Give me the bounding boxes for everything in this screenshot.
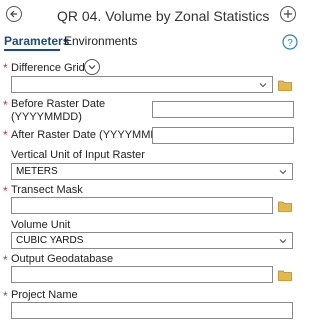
- required-marker: *: [3, 61, 8, 75]
- folder-browse-icon[interactable]: [278, 269, 292, 281]
- plus-icon: [284, 10, 292, 18]
- difference-grid-expand-button[interactable]: [84, 59, 100, 75]
- vertical-unit-label: Vertical Unit of Input Raster: [11, 149, 145, 161]
- tool-title: QR 04. Volume by Zonal Statistics: [57, 8, 270, 24]
- volume-unit-select[interactable]: CUBIC YARDS: [11, 232, 293, 249]
- output-gdb-input[interactable]: [11, 266, 273, 283]
- difference-grid-input[interactable]: [11, 76, 273, 93]
- project-name-label: Project Name: [11, 289, 78, 301]
- dropdown-arrow-icon[interactable]: [258, 80, 268, 90]
- after-date-label: After Raster Date (YYYYMMDD): [11, 129, 170, 141]
- dropdown-arrow-icon: [279, 238, 287, 243]
- required-marker: *: [3, 128, 8, 142]
- folder-browse-icon[interactable]: [278, 79, 292, 91]
- required-marker: *: [3, 98, 8, 112]
- tab-parameters[interactable]: Parameters: [4, 34, 69, 48]
- dropdown-arrow-icon: [279, 169, 287, 174]
- back-button[interactable]: [6, 6, 22, 22]
- add-button[interactable]: [280, 6, 296, 22]
- output-gdb-label: Output Geodatabase: [11, 253, 114, 265]
- before-date-label-line1: Before Raster Date: [11, 98, 106, 110]
- required-marker: *: [3, 289, 8, 303]
- back-arrow-icon: [10, 10, 17, 18]
- folder-browse-icon[interactable]: [278, 200, 292, 212]
- volume-unit-value: CUBIC YARDS: [16, 235, 84, 246]
- required-marker: *: [3, 184, 8, 198]
- question-mark-icon: ?: [282, 34, 298, 50]
- difference-grid-label: Difference Grid: [11, 62, 85, 74]
- help-button[interactable]: ?: [282, 34, 298, 55]
- required-marker: *: [3, 253, 8, 267]
- project-name-input[interactable]: [11, 302, 293, 319]
- vertical-unit-select[interactable]: METERS: [11, 163, 293, 180]
- transect-mask-input[interactable]: [11, 197, 273, 214]
- before-date-input[interactable]: [152, 101, 294, 118]
- tab-active-underline: [4, 49, 60, 51]
- volume-unit-label: Volume Unit: [11, 219, 71, 231]
- transect-mask-label: Transect Mask: [11, 184, 83, 196]
- after-date-input[interactable]: [152, 127, 294, 144]
- chevron-down-icon: [88, 65, 96, 70]
- svg-text:?: ?: [287, 38, 293, 49]
- tab-environments[interactable]: Environments: [64, 34, 137, 48]
- vertical-unit-value: METERS: [16, 166, 58, 177]
- before-date-label-line2: (YYYYMMDD): [11, 111, 82, 123]
